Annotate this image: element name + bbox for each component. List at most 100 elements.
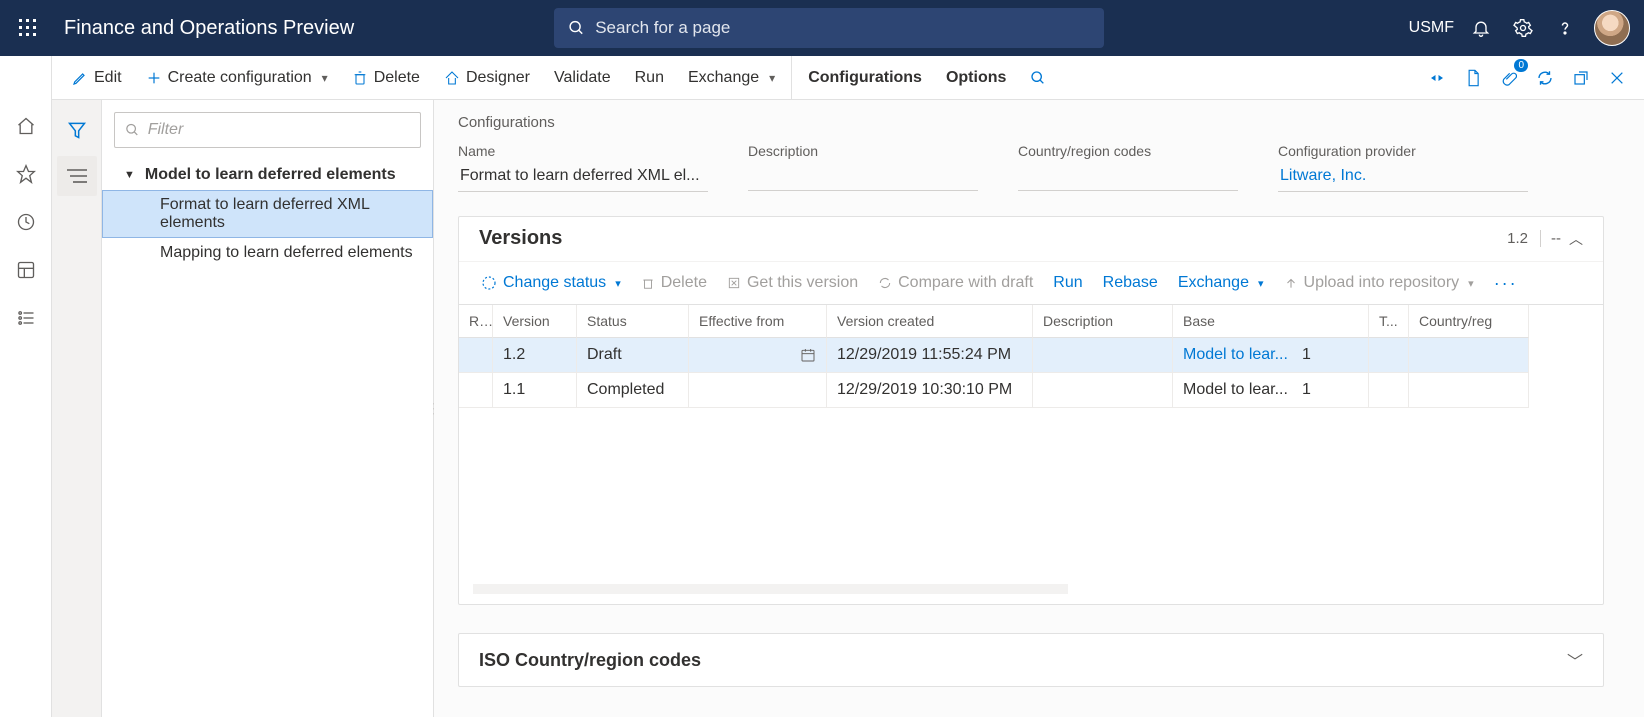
grid-run-button[interactable]: Run bbox=[1045, 268, 1090, 298]
table-row[interactable]: 1.2Draft12/29/2019 11:55:24 PMModel to l… bbox=[459, 338, 1603, 373]
delete-button[interactable]: Delete bbox=[340, 56, 432, 99]
search-box[interactable] bbox=[554, 8, 1104, 48]
refresh-icon[interactable] bbox=[1528, 61, 1562, 95]
popout-icon[interactable] bbox=[1564, 61, 1598, 95]
home-icon[interactable] bbox=[12, 112, 40, 140]
find-button[interactable] bbox=[1018, 56, 1058, 99]
btn-label: Compare with draft bbox=[898, 274, 1033, 292]
change-status-button[interactable]: Change status bbox=[473, 268, 629, 298]
chevron-up-icon[interactable]: ︿ bbox=[1569, 229, 1583, 249]
options-label: Options bbox=[946, 69, 1006, 87]
gear-icon[interactable] bbox=[1502, 7, 1544, 49]
personalize-icon[interactable] bbox=[1420, 61, 1454, 95]
modules-icon[interactable] bbox=[12, 304, 40, 332]
favorites-icon[interactable] bbox=[12, 160, 40, 188]
upload-button: Upload into repository bbox=[1276, 268, 1482, 298]
versions-dash: -- bbox=[1551, 230, 1561, 247]
cell: Model to lear...1 bbox=[1173, 338, 1369, 373]
validate-button[interactable]: Validate bbox=[542, 56, 623, 99]
compare-button: Compare with draft bbox=[870, 268, 1041, 298]
field-label: Configuration provider bbox=[1278, 143, 1528, 159]
versions-card: Versions 1.2 -- ︿ Change status Delete G… bbox=[458, 216, 1604, 605]
field-crc: Country/region codes bbox=[1018, 143, 1238, 192]
field-value[interactable] bbox=[748, 163, 978, 191]
versions-title: Versions bbox=[479, 227, 562, 250]
col-status[interactable]: Status bbox=[577, 305, 689, 338]
workspaces-icon[interactable] bbox=[12, 256, 40, 284]
tree-child-format[interactable]: Format to learn deferred XML elements bbox=[102, 190, 433, 238]
close-icon[interactable] bbox=[1600, 61, 1634, 95]
tree-filter[interactable] bbox=[114, 112, 421, 148]
provider-link[interactable]: Litware, Inc. bbox=[1278, 163, 1528, 192]
search-input[interactable] bbox=[595, 18, 1090, 38]
cell bbox=[459, 338, 493, 373]
col-t[interactable]: T... bbox=[1369, 305, 1409, 338]
options-pivot[interactable]: Options bbox=[934, 56, 1018, 99]
rebase-button[interactable]: Rebase bbox=[1095, 268, 1166, 298]
col-cr[interactable]: Country/reg bbox=[1409, 305, 1529, 338]
cell bbox=[459, 373, 493, 408]
field-value[interactable]: Format to learn deferred XML el... bbox=[458, 163, 708, 192]
btn-label: Upload into repository bbox=[1304, 274, 1460, 292]
field-label: Name bbox=[458, 143, 708, 159]
versions-grid: R... Version Status Effective from Versi… bbox=[459, 304, 1603, 578]
cell bbox=[1369, 338, 1409, 373]
tree-child-mapping[interactable]: Mapping to learn deferred elements bbox=[102, 238, 433, 268]
caret-down-icon: ▼ bbox=[124, 169, 135, 181]
app-title: Finance and Operations Preview bbox=[64, 17, 354, 40]
versions-header[interactable]: Versions 1.2 -- ︿ bbox=[459, 217, 1603, 261]
tree-filter-input[interactable] bbox=[148, 121, 410, 139]
iso-header[interactable]: ISO Country/region codes ﹀ bbox=[459, 634, 1603, 686]
help-icon[interactable] bbox=[1544, 7, 1586, 49]
filter-toggle-icon[interactable] bbox=[57, 110, 97, 150]
recent-icon[interactable] bbox=[12, 208, 40, 236]
col-created[interactable]: Version created bbox=[827, 305, 1033, 338]
tree-root[interactable]: ▼ Model to learn deferred elements bbox=[102, 160, 433, 190]
config-tree: ▼ Model to learn deferred elements Forma… bbox=[102, 160, 433, 268]
grid-delete-button: Delete bbox=[633, 268, 715, 298]
cell bbox=[689, 373, 827, 408]
legal-entity[interactable]: USMF bbox=[1409, 19, 1454, 37]
attachments-icon[interactable]: 0 bbox=[1492, 61, 1526, 95]
col-effective[interactable]: Effective from bbox=[689, 305, 827, 338]
more-icon[interactable]: ··· bbox=[1486, 273, 1526, 294]
versions-badge: 1.2 bbox=[1507, 230, 1541, 247]
create-config-button[interactable]: Create configuration bbox=[134, 56, 340, 99]
designer-label: Designer bbox=[466, 69, 530, 87]
btn-label: Rebase bbox=[1103, 274, 1158, 292]
tree-root-label: Model to learn deferred elements bbox=[145, 166, 396, 184]
chevron-down-icon[interactable]: ﹀ bbox=[1567, 648, 1583, 672]
col-version[interactable]: Version bbox=[493, 305, 577, 338]
col-desc[interactable]: Description bbox=[1033, 305, 1173, 338]
exchange-button[interactable]: Exchange bbox=[676, 56, 787, 99]
run-label: Run bbox=[635, 69, 664, 87]
col-base[interactable]: Base bbox=[1173, 305, 1369, 338]
designer-button[interactable]: Designer bbox=[432, 56, 542, 99]
edit-button[interactable]: Edit bbox=[60, 56, 134, 99]
btn-label: Get this version bbox=[747, 274, 858, 292]
attachments-badge: 0 bbox=[1514, 59, 1528, 72]
cell: Draft bbox=[577, 338, 689, 373]
configurations-pivot[interactable]: Configurations bbox=[791, 56, 934, 99]
run-button[interactable]: Run bbox=[623, 56, 676, 99]
grid-exchange-button[interactable]: Exchange bbox=[1170, 268, 1272, 298]
configurations-label: Configurations bbox=[808, 69, 922, 87]
doc-icon[interactable] bbox=[1456, 61, 1490, 95]
cell bbox=[1033, 373, 1173, 408]
create-label: Create configuration bbox=[168, 69, 312, 87]
col-r[interactable]: R... bbox=[459, 305, 493, 338]
table-row[interactable]: 1.1Completed12/29/2019 10:30:10 PMModel … bbox=[459, 373, 1603, 408]
list-toggle-icon[interactable] bbox=[57, 156, 97, 196]
waffle-icon[interactable] bbox=[14, 14, 42, 42]
btn-label: Delete bbox=[661, 274, 707, 292]
edit-label: Edit bbox=[94, 69, 122, 87]
cell: 12/29/2019 11:55:24 PM bbox=[827, 338, 1033, 373]
versions-toolbar: Change status Delete Get this version Co… bbox=[459, 261, 1603, 304]
user-avatar[interactable] bbox=[1594, 10, 1630, 46]
calendar-icon[interactable] bbox=[689, 338, 827, 373]
exchange-label: Exchange bbox=[688, 69, 759, 87]
bell-icon[interactable] bbox=[1460, 7, 1502, 49]
field-value[interactable] bbox=[1018, 163, 1238, 191]
header-form: Name Format to learn deferred XML el... … bbox=[458, 143, 1604, 192]
horizontal-scrollbar[interactable] bbox=[473, 584, 1068, 594]
